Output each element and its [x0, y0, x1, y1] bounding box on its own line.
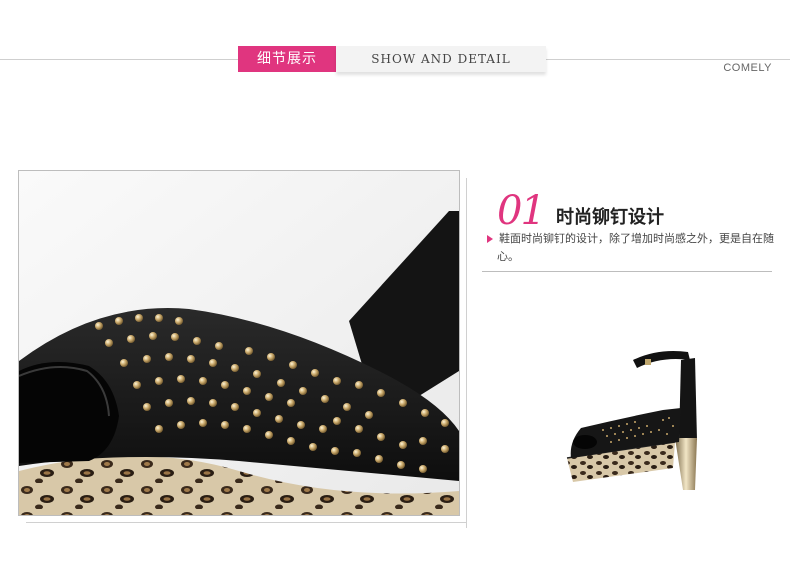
section-tag-english: SHOW AND DETAIL — [336, 46, 546, 72]
section-tag-chinese: 细节展示 — [238, 46, 336, 72]
frame-shadow-horizontal — [26, 522, 466, 523]
detail-number: 01 — [497, 188, 546, 234]
arrow-bullet-icon — [487, 235, 493, 243]
description-divider — [482, 271, 772, 272]
frame-shadow-vertical — [466, 178, 467, 528]
detail-title: 时尚铆钉设计 — [556, 207, 664, 228]
product-thumbnail — [563, 330, 703, 500]
brand-logo: COMELY — [723, 62, 772, 74]
shoe-closeup-image — [19, 171, 459, 515]
detail-description: 鞋面时尚铆钉的设计，除了增加时尚感之外，更是自在随心。 — [497, 232, 774, 263]
sandal-image — [566, 351, 697, 490]
detail-photo — [18, 170, 460, 516]
